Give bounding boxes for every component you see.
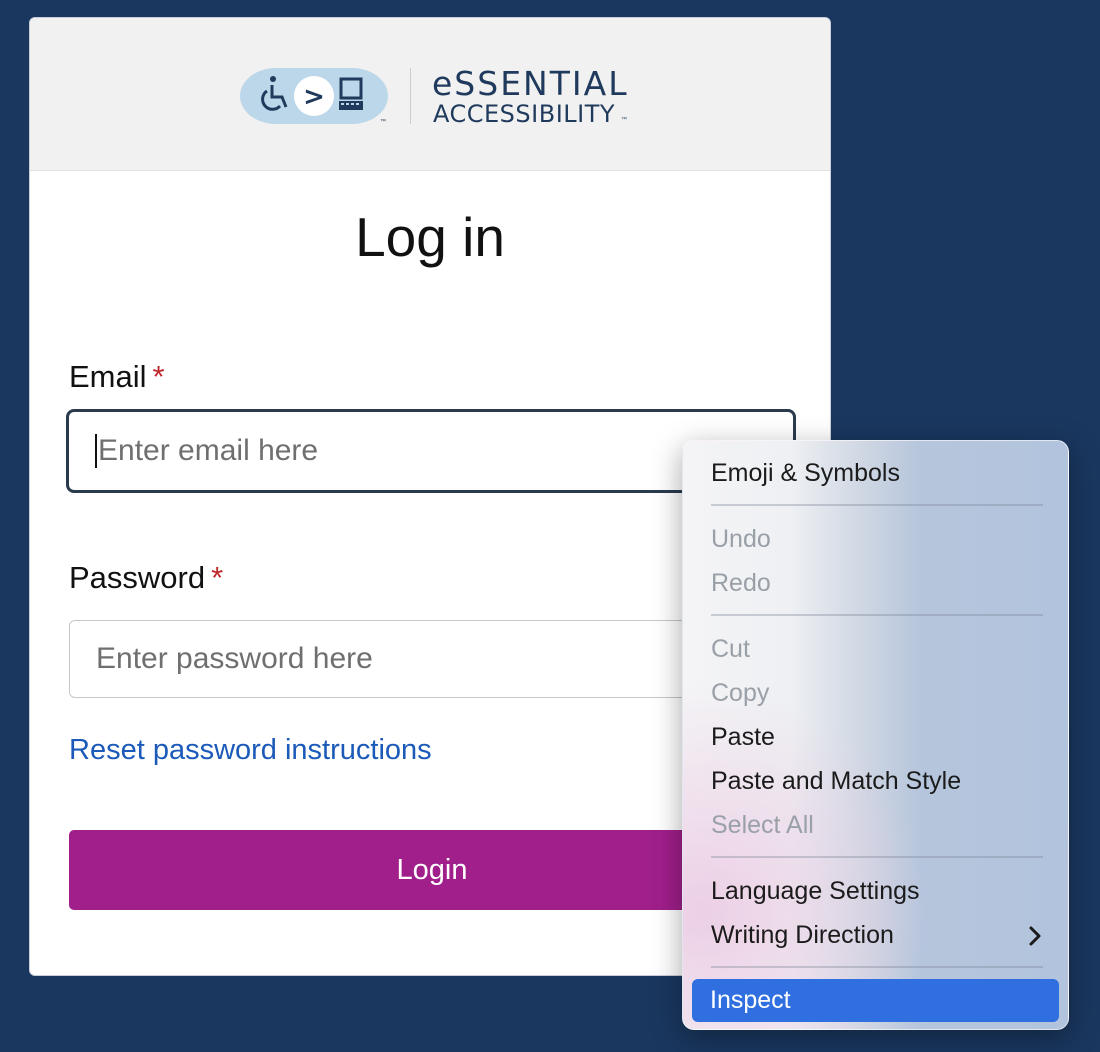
menu-separator	[711, 614, 1043, 616]
text-caret	[95, 434, 97, 468]
menu-item-paste-match-style[interactable]: Paste and Match Style	[711, 767, 961, 796]
email-placeholder: Enter email here	[98, 434, 319, 467]
logo-text-accessibility: ACCESSIBILITY	[433, 100, 616, 128]
trademark-mark: ™	[380, 119, 386, 125]
menu-item-undo[interactable]: Undo	[711, 525, 771, 554]
menu-item-copy[interactable]: Copy	[711, 679, 769, 708]
menu-item-language-settings[interactable]: Language Settings	[711, 877, 920, 906]
menu-separator	[711, 504, 1043, 506]
menu-item-inspect[interactable]: Inspect	[692, 979, 1059, 1022]
arrow-glyph: >	[303, 82, 325, 112]
menu-separator	[711, 856, 1043, 858]
logo-text-essential: eSSENTIAL	[432, 64, 629, 103]
context-menu: Emoji & Symbols Undo Redo Cut Copy Paste…	[682, 440, 1069, 1030]
menu-item-redo[interactable]: Redo	[711, 569, 771, 598]
required-asterisk: *	[152, 359, 165, 394]
required-asterisk: *	[211, 560, 224, 595]
menu-item-inspect-label: Inspect	[710, 986, 791, 1014]
password-label: Password *	[69, 560, 223, 596]
menu-item-writing-direction[interactable]: Writing Direction	[711, 921, 894, 950]
menu-item-emoji-symbols[interactable]: Emoji & Symbols	[711, 459, 900, 488]
menu-item-cut[interactable]: Cut	[711, 635, 750, 664]
reset-password-link[interactable]: Reset password instructions	[69, 734, 432, 767]
logo-icon: >	[240, 68, 388, 124]
password-label-text: Password	[69, 560, 206, 595]
menu-item-select-all[interactable]: Select All	[711, 811, 814, 840]
menu-item-paste[interactable]: Paste	[711, 723, 775, 752]
trademark-mark-2: ™	[621, 117, 627, 123]
password-placeholder: Enter password here	[96, 642, 373, 675]
email-label: Email *	[69, 359, 165, 395]
page-title: Log in	[355, 206, 505, 268]
chevron-right-icon	[1029, 926, 1041, 946]
logo-divider	[410, 68, 411, 124]
menu-separator	[711, 966, 1043, 968]
card-header: > ™ eSSENTIAL ACCESSIBILITY ™	[30, 18, 830, 171]
email-label-text: Email	[69, 359, 147, 394]
